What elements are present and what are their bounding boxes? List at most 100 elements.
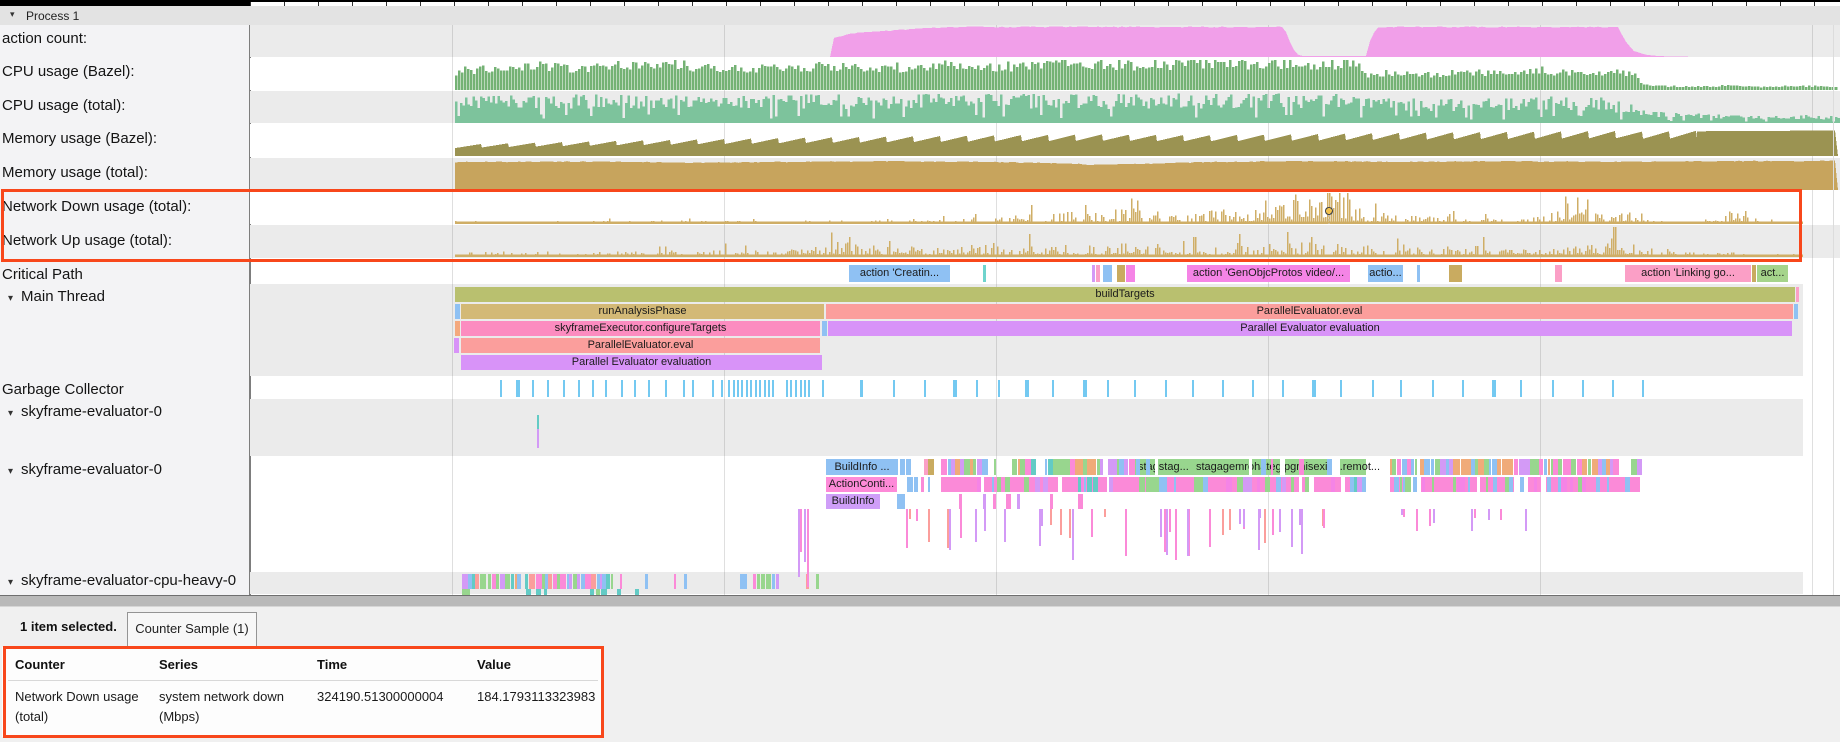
trace-sliver[interactable] <box>1544 459 1548 475</box>
process-header[interactable]: ▾ Process 1 <box>0 6 1840 26</box>
trace-sliver[interactable] <box>1136 459 1140 475</box>
trace-sliver[interactable] <box>560 574 565 589</box>
trace-sliver[interactable] <box>1291 477 1294 492</box>
trace-sliver[interactable] <box>1017 494 1020 509</box>
trace-sliver[interactable] <box>1424 459 1430 475</box>
trace-span[interactable] <box>455 304 460 319</box>
call-stack-line[interactable] <box>1209 509 1211 547</box>
call-stack-line[interactable] <box>906 509 908 548</box>
gc-event-tick[interactable] <box>721 380 723 397</box>
trace-sliver[interactable] <box>1265 477 1270 492</box>
trace-sliver[interactable] <box>1035 477 1040 492</box>
trace-sliver[interactable] <box>1547 477 1551 492</box>
trace-span[interactable] <box>1126 265 1135 282</box>
call-stack-line[interactable] <box>975 509 977 542</box>
trace-sliver[interactable] <box>1453 477 1457 492</box>
trace-sliver[interactable] <box>684 574 688 589</box>
call-stack-line[interactable] <box>1104 509 1106 517</box>
gc-event-tick[interactable] <box>808 380 810 397</box>
trace-sliver[interactable] <box>753 574 755 589</box>
trace-sliver[interactable] <box>928 477 930 492</box>
gc-event-tick[interactable] <box>1432 380 1434 397</box>
trace-span-parallel-evaluator-evaluation[interactable]: Parallel Evaluator evaluation <box>828 321 1792 336</box>
call-stack-line[interactable] <box>1301 509 1303 554</box>
call-stack-line[interactable] <box>1239 509 1241 524</box>
trace-sliver[interactable] <box>1477 477 1480 492</box>
gc-event-tick[interactable] <box>1252 380 1254 397</box>
gc-event-tick[interactable] <box>692 380 694 397</box>
gc-event-tick[interactable] <box>665 380 667 397</box>
trace-sliver[interactable] <box>964 459 970 475</box>
call-stack-line[interactable] <box>1279 509 1281 532</box>
gc-event-tick[interactable] <box>1192 380 1194 397</box>
gc-event-tick[interactable] <box>755 380 757 397</box>
sidebar-track-label-skyframe-evaluator-0[interactable]: ▾skyframe-evaluator-0 <box>8 403 162 420</box>
gc-event-tick[interactable] <box>768 380 770 397</box>
gc-event-tick[interactable] <box>893 380 895 397</box>
gc-event-tick[interactable] <box>712 380 714 397</box>
trace-sliver[interactable] <box>1394 477 1399 492</box>
gc-event-tick[interactable] <box>790 380 792 397</box>
trace-sliver[interactable] <box>1422 477 1424 492</box>
trace-sliver[interactable] <box>766 574 772 589</box>
call-stack-line[interactable] <box>798 509 800 577</box>
trace-span-buildinfo-[interactable]: BuildInfo ... <box>826 459 898 475</box>
call-stack-line[interactable] <box>909 509 911 519</box>
trace-sliver[interactable] <box>1282 477 1286 492</box>
gc-event-tick[interactable] <box>621 380 623 397</box>
trace-sliver[interactable] <box>674 574 677 589</box>
chevron-down-icon[interactable]: ▾ <box>8 466 13 477</box>
trace-sliver[interactable] <box>1109 477 1113 492</box>
trace-sliver[interactable] <box>488 574 491 589</box>
panel-divider-band[interactable] <box>0 596 1840 606</box>
trace-sliver[interactable] <box>591 574 597 589</box>
gc-event-tick[interactable] <box>500 380 502 397</box>
sidebar-track-label-skyframe-evaluator-0[interactable]: ▾skyframe-evaluator-0 <box>8 461 162 478</box>
trace-sliver[interactable] <box>1299 459 1304 475</box>
trace-sliver[interactable] <box>1257 477 1260 492</box>
gc-event-tick[interactable] <box>1312 380 1316 397</box>
sidebar-track-label-main-thread[interactable]: ▾Main Thread <box>8 288 105 305</box>
trace-sliver[interactable] <box>1341 477 1345 492</box>
call-stack-line[interactable] <box>1401 509 1403 515</box>
trace-sliver[interactable] <box>921 477 923 492</box>
call-stack-line[interactable] <box>1166 509 1168 555</box>
sidebar-track-label-memory-usage-total-[interactable]: Memory usage (total): <box>2 164 148 181</box>
trace-span-buildinfo[interactable]: BuildInfo <box>826 494 880 509</box>
trace-sliver[interactable] <box>744 574 747 589</box>
call-stack-line[interactable] <box>1474 509 1476 518</box>
chart-cpu-usage-bazel[interactable] <box>455 60 1837 90</box>
collapse-triangle-icon[interactable]: ▾ <box>10 9 15 20</box>
trace-sliver[interactable] <box>1596 477 1600 492</box>
gc-event-tick[interactable] <box>1025 380 1029 397</box>
trace-sliver[interactable] <box>1392 459 1396 475</box>
trace-sliver[interactable] <box>1570 477 1573 492</box>
trace-span-buildtargets[interactable]: buildTargets <box>455 287 1795 302</box>
gc-event-tick[interactable] <box>764 380 766 397</box>
trace-sliver[interactable] <box>1043 477 1048 492</box>
trace-sliver[interactable] <box>1045 459 1048 475</box>
trace-sliver[interactable] <box>1093 459 1096 475</box>
trace-span-act-[interactable]: act... <box>1757 265 1788 282</box>
trace-sliver[interactable] <box>1541 477 1546 492</box>
trace-sliver[interactable] <box>569 574 573 589</box>
trace-sliver[interactable] <box>900 459 905 475</box>
trace-span-actionconti-[interactable]: ActionConti... <box>826 477 897 492</box>
gc-event-tick[interactable] <box>860 380 863 397</box>
trace-span-parallel-evaluator-evaluation[interactable]: Parallel Evaluator evaluation <box>461 355 822 370</box>
trace-sliver[interactable] <box>606 574 610 589</box>
trace-sliver[interactable] <box>985 459 988 475</box>
call-stack-line[interactable] <box>1069 509 1071 538</box>
trace-sliver[interactable] <box>1081 477 1083 492</box>
call-stack-line[interactable] <box>1272 509 1274 535</box>
trace-sliver[interactable] <box>577 574 581 589</box>
trace-sliver[interactable] <box>1493 477 1497 492</box>
call-stack-line[interactable] <box>807 509 809 587</box>
trace-sliver[interactable] <box>645 574 648 589</box>
gc-event-tick[interactable] <box>1400 380 1402 397</box>
gc-event-tick[interactable] <box>1052 380 1054 397</box>
call-stack-line[interactable] <box>1169 509 1171 532</box>
call-stack-line[interactable] <box>1175 509 1177 560</box>
sidebar-track-label-memory-usage-bazel-[interactable]: Memory usage (Bazel): <box>2 130 157 147</box>
chart-memory-usage-total[interactable] <box>455 161 1838 190</box>
